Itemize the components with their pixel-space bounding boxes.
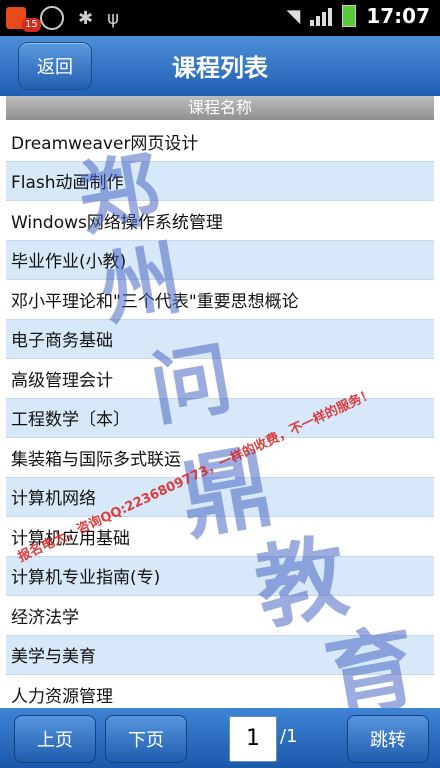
column-header: 课程名称 [6,96,434,120]
list-item[interactable]: 工程数学〔本〕 [6,398,434,438]
list-item[interactable]: 计算机专业指南(专) [6,556,434,596]
list-item[interactable]: 电子商务基础 [6,319,434,359]
leaf-icon [40,6,64,30]
list-item[interactable]: 美学与美育 [6,635,434,675]
list-item[interactable]: Flash动画制作 [6,161,434,201]
page-total: /1 [280,726,298,747]
list-item[interactable]: 计算机应用基础 [6,517,434,557]
notification-count-badge: 15 [22,18,41,32]
page-number-input[interactable]: 1 [229,716,277,762]
android-debug-icon: ✱ [78,7,94,29]
prev-page-button[interactable]: 上页 [14,715,96,763]
list-item[interactable]: 集装箱与国际多式联运 [6,438,434,478]
usb-icon: ψ [107,7,119,29]
page-title: 课程列表 [172,54,268,82]
course-list: Dreamweaver网页设计 Flash动画制作 Windows网络操作系统管… [6,122,434,715]
list-item[interactable]: 毕业作业(小教) [6,240,434,280]
bottom-bar: 上页 下页 1 /1 跳转 [0,708,440,768]
jump-button[interactable]: 跳转 [347,715,429,763]
next-page-button[interactable]: 下页 [105,715,187,763]
battery-icon [342,5,357,27]
list-item[interactable]: 计算机网络 [6,477,434,517]
status-right: ◥ 17:07 [286,4,430,28]
list-item[interactable]: Windows网络操作系统管理 [6,201,434,241]
status-bar: ✱ ψ 15 ◥ 17:07 [0,0,440,36]
list-item[interactable]: Dreamweaver网页设计 [6,122,434,162]
title-bar: 返回 课程列表 [0,36,440,96]
list-item[interactable]: 高级管理会计 [6,359,434,399]
clock: 17:07 [366,4,430,28]
signal-icon [310,6,333,26]
list-item[interactable]: 邓小平理论和"三个代表"重要思想概论 [6,280,434,320]
list-item[interactable]: 经济法学 [6,596,434,636]
wifi-icon: ◥ [286,5,301,27]
